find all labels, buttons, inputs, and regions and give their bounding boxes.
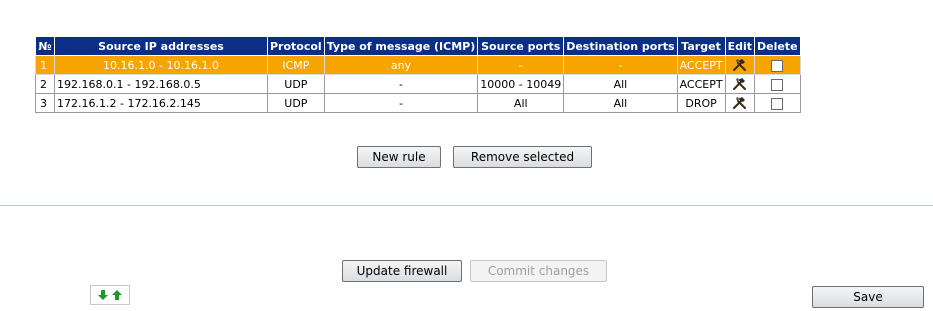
cell-destination-ports: - [563, 55, 678, 75]
cell-protocol: ICMP [267, 55, 325, 75]
col-delete: Delete [753, 36, 801, 56]
cell-source-ip: 10.16.1.0 - 10.16.1.0 [54, 55, 268, 75]
delete-checkbox[interactable] [771, 59, 784, 72]
col-source-ports: Source ports [477, 36, 565, 56]
cell-number: 2 [35, 74, 55, 94]
col-target: Target [676, 36, 726, 56]
table-row[interactable]: 3 172.16.1.2 - 172.16.2.145 UDP - All Al… [35, 93, 801, 113]
cell-icmp-type: - [323, 93, 479, 113]
cell-edit [724, 93, 755, 113]
reorder-arrows-button[interactable] [90, 285, 130, 305]
cell-number: 3 [35, 93, 55, 113]
edit-hammer-icon[interactable] [732, 58, 748, 72]
remove-selected-button[interactable]: Remove selected [453, 146, 592, 168]
update-firewall-button[interactable]: Update firewall [342, 260, 462, 282]
cell-edit [724, 55, 755, 75]
cell-source-ip: 192.168.0.1 - 192.168.0.5 [54, 74, 268, 94]
cell-delete [753, 55, 801, 75]
cell-protocol: UDP [267, 93, 325, 113]
cell-source-ports: 10000 - 10049 [477, 74, 565, 94]
cell-source-ports: - [477, 55, 565, 75]
commit-changes-button[interactable]: Commit changes [470, 260, 607, 282]
col-icmp-type: Type of message (ICMP) [323, 36, 479, 56]
firewall-rules-table: № Source IP addresses Protocol Type of m… [35, 36, 801, 113]
delete-checkbox[interactable] [771, 97, 784, 110]
cell-number: 1 [35, 55, 55, 75]
cell-destination-ports: All [563, 93, 678, 113]
up-arrow-icon [112, 290, 122, 300]
col-destination-ports: Destination ports [563, 36, 678, 56]
table-row[interactable]: 2 192.168.0.1 - 192.168.0.5 UDP - 10000 … [35, 74, 801, 94]
edit-hammer-icon[interactable] [732, 96, 748, 110]
col-protocol: Protocol [267, 36, 325, 56]
cell-target: DROP [676, 93, 726, 113]
col-number: № [35, 36, 55, 56]
table-row[interactable]: 1 10.16.1.0 - 10.16.1.0 ICMP any - - ACC… [35, 55, 801, 75]
cell-target: ACCEPT [676, 74, 726, 94]
down-arrow-icon [98, 290, 108, 300]
col-edit: Edit [724, 36, 755, 56]
cell-target: ACCEPT [676, 55, 726, 75]
table-header-row: № Source IP addresses Protocol Type of m… [35, 36, 801, 56]
cell-delete [753, 93, 801, 113]
edit-hammer-icon[interactable] [732, 77, 748, 91]
cell-icmp-type: any [323, 55, 479, 75]
cell-source-ports: All [477, 93, 565, 113]
cell-source-ip: 172.16.1.2 - 172.16.2.145 [54, 93, 268, 113]
delete-checkbox[interactable] [771, 78, 784, 91]
cell-edit [724, 74, 755, 94]
cell-protocol: UDP [267, 74, 325, 94]
new-rule-button[interactable]: New rule [357, 146, 441, 168]
col-source-ip: Source IP addresses [54, 36, 268, 56]
cell-icmp-type: - [323, 74, 479, 94]
cell-delete [753, 74, 801, 94]
cell-destination-ports: All [563, 74, 678, 94]
save-button[interactable]: Save [812, 286, 924, 308]
